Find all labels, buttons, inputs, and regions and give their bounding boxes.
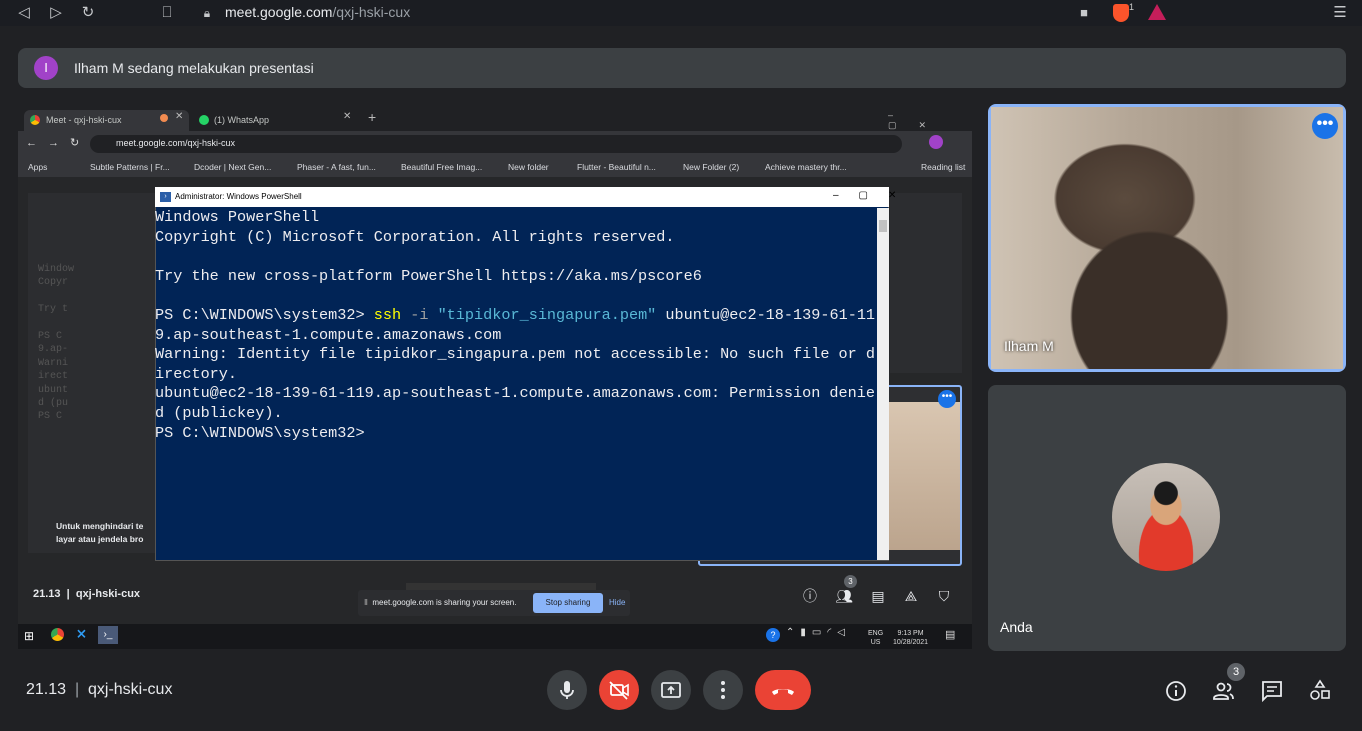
- recording-icon: [160, 114, 168, 122]
- participant-name: Anda: [1000, 619, 1033, 635]
- presentation-banner-text: Ilham M sedang melakukan presentasi: [74, 60, 314, 76]
- whatsapp-icon: [199, 115, 209, 125]
- bookmark-item: Apps: [28, 162, 48, 172]
- inner-meeting-info: 21.13 | qxj-hski-cux: [33, 588, 141, 600]
- help-icon: ?: [766, 628, 780, 642]
- bookmark-icon[interactable]: ⎕: [157, 3, 177, 23]
- powershell-icon: ›: [160, 192, 171, 202]
- window-controls: –▢✕: [888, 110, 949, 130]
- bookmark-item: Reading list: [921, 162, 966, 172]
- reload-icon[interactable]: ↻: [78, 3, 98, 23]
- shared-screen: Meet - qxj-hski-cux ✕ (1) WhatsApp ✕ + –…: [18, 107, 972, 649]
- bookmark-item: New folder: [508, 162, 549, 172]
- brave-shield-icon[interactable]: [1113, 4, 1129, 22]
- camera-icon[interactable]: ■: [1074, 3, 1094, 23]
- participant-name: Ilham M: [1004, 338, 1054, 354]
- hang-up-icon: [772, 689, 794, 695]
- camera-off-icon: [609, 681, 629, 700]
- vscode-icon: ⨯: [76, 626, 87, 641]
- people-button[interactable]: [1211, 678, 1237, 704]
- activities-button[interactable]: [1307, 678, 1333, 704]
- notifications-icon: ▤: [945, 629, 956, 641]
- inner-participant-video: [888, 402, 960, 550]
- bookmark-item: Flutter - Beautiful n...: [577, 162, 656, 172]
- windows-start-icon: ⊞: [24, 629, 35, 643]
- lock-icon: 🔒︎: [203, 6, 211, 20]
- new-tab-icon: +: [368, 109, 377, 125]
- scrollbar-thumb: [879, 220, 887, 232]
- tray-clock: 9:13 PM 10/28/2021: [893, 630, 929, 646]
- brave-rewards-icon[interactable]: [1148, 4, 1166, 20]
- meeting-info: 21.13 | qxj-hski-cux: [26, 681, 173, 698]
- inner-tab-whatsapp: (1) WhatsApp: [214, 115, 270, 125]
- present-screen-button[interactable]: [651, 670, 691, 710]
- chat-icon: ▤: [871, 588, 885, 604]
- ghost-tile: [890, 193, 962, 373]
- chat-button[interactable]: [1259, 678, 1285, 704]
- people-count-badge: 3: [1227, 663, 1245, 681]
- window-controls: –▢✕: [833, 190, 917, 201]
- bookmark-item: Dcoder | Next Gen...: [194, 162, 272, 172]
- info-icon: ⓘ: [803, 588, 817, 604]
- powershell-titlebar: Administrator: Windows PowerShell: [155, 187, 889, 207]
- host-controls-icon: ⛉: [938, 588, 950, 604]
- powershell-scrollbar: [877, 208, 889, 560]
- forward-icon[interactable]: ▷: [46, 3, 66, 23]
- more-vert-icon: [721, 681, 725, 699]
- more-options-button[interactable]: •••: [1312, 113, 1338, 139]
- inner-url: meet.google.com/qxj-hski-cux: [116, 138, 236, 148]
- bookmark-item: Beautiful Free Imag...: [401, 162, 483, 172]
- brave-badge: 1: [1129, 2, 1135, 12]
- people-icon: 👥︎: [835, 588, 853, 604]
- leave-call-button[interactable]: [755, 670, 811, 710]
- more-options-icon: •••: [938, 390, 956, 408]
- participant-video: [991, 107, 1343, 369]
- stop-sharing-button: Stop sharing: [533, 593, 603, 613]
- bookmark-item: Subtle Patterns | Fr...: [90, 162, 170, 172]
- close-icon: ✕: [175, 111, 184, 122]
- address-bar-url[interactable]: meet.google.com/qxj-hski-cux: [225, 4, 410, 20]
- avatar: [1112, 463, 1220, 571]
- chrome-icon: [51, 628, 64, 641]
- microphone-icon: [560, 681, 574, 699]
- close-icon: ✕: [343, 111, 352, 122]
- avatar: [929, 135, 943, 149]
- inner-nav-icons: ←→↻: [26, 137, 91, 149]
- bookmark-item: Achieve mastery thr...: [765, 162, 847, 172]
- powershell-console: Windows PowerShell Copyright (C) Microso…: [155, 208, 876, 442]
- ghost-terminal-text: Window Copyr Try t PS C 9.ap- Warni irec…: [38, 264, 75, 423]
- ghost-hint-text: Untuk menghindari te layar atau jendela b…: [56, 521, 144, 544]
- tray-icons: ⌃▮▭◜◁: [786, 627, 851, 638]
- camera-toggle-button[interactable]: [599, 670, 639, 710]
- present-icon: [661, 682, 681, 698]
- powershell-taskbar-icon: ›_: [98, 626, 118, 644]
- tray-language: ENG US: [868, 630, 884, 646]
- microphone-button[interactable]: [547, 670, 587, 710]
- chat-icon: [1262, 681, 1282, 703]
- meeting-details-button[interactable]: [1163, 678, 1189, 704]
- chrome-icon: [30, 115, 40, 125]
- people-icon: [1213, 682, 1234, 700]
- activities-icon: ⟁: [904, 588, 918, 604]
- back-icon[interactable]: ◁: [14, 3, 34, 23]
- hide-button: Hide: [609, 598, 626, 607]
- people-count-badge: 3: [844, 575, 857, 588]
- activities-icon: [1310, 679, 1330, 700]
- bookmark-item: Phaser - A fast, fun...: [297, 162, 376, 172]
- bookmark-item: New Folder (2): [683, 162, 740, 172]
- info-icon: [1166, 681, 1186, 701]
- more-options-button[interactable]: [703, 670, 743, 710]
- menu-icon[interactable]: ☰: [1330, 3, 1350, 23]
- avatar: I: [34, 56, 58, 80]
